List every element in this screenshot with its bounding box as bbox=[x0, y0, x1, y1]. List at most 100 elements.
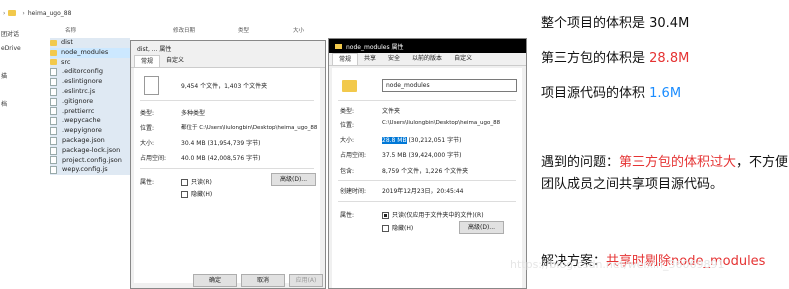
dialog-title: node_modules 属性 bbox=[346, 43, 404, 51]
list-item[interactable]: dist bbox=[50, 38, 130, 48]
file-icon bbox=[50, 78, 57, 87]
nav-item[interactable]: 档 bbox=[0, 98, 45, 112]
list-item[interactable]: .eslintrc.js bbox=[50, 86, 130, 97]
watermark: https://blog.csdn.net/weixin_36069891 bbox=[510, 258, 725, 271]
file-icon bbox=[50, 166, 57, 175]
list-item[interactable]: package.json bbox=[50, 135, 130, 146]
location-label: 位置: bbox=[140, 125, 155, 132]
readonly-checkbox[interactable]: 只读(R) bbox=[181, 177, 212, 186]
list-item[interactable]: node_modules bbox=[50, 47, 130, 58]
folder-icon bbox=[50, 39, 57, 46]
tab-general[interactable]: 常规 bbox=[134, 55, 161, 67]
list-item[interactable]: wepy.config.js bbox=[50, 165, 130, 176]
properties-dialog-node-modules: node_modules 属性 常规 共享 安全 以前的版本 自定义 node_… bbox=[328, 38, 527, 289]
checkbox-icon bbox=[181, 179, 188, 186]
column-headers: 名称 修改日期 类型 大小 bbox=[55, 26, 525, 36]
files-icon bbox=[144, 76, 159, 95]
chevron-right-icon: › bbox=[3, 9, 6, 17]
hidden-checkbox[interactable]: 隐藏(H) bbox=[382, 223, 413, 232]
navigation-pane: 团对话 eDrive 描 档 bbox=[0, 28, 45, 283]
list-item[interactable]: src bbox=[50, 57, 130, 68]
list-item[interactable]: .prettierrc bbox=[50, 106, 130, 117]
note-third-party-size: 第三方包的体积是 28.8M bbox=[541, 51, 690, 66]
location-value: 都位于 C:\Users\liulongbin\Desktop\heima_ug… bbox=[181, 125, 318, 131]
disk-label: 占用空间: bbox=[140, 155, 167, 162]
size-value: 30.4 MB (31,954,739 字节) bbox=[181, 140, 261, 147]
type-label: 类型: bbox=[140, 110, 155, 117]
folder-icon bbox=[342, 80, 357, 92]
file-icon bbox=[50, 68, 57, 77]
nav-item[interactable] bbox=[0, 84, 45, 98]
dialog-body: node_modules 类型: 文件夹 位置: C:\Users\liulon… bbox=[332, 68, 522, 288]
folder-icon bbox=[335, 43, 342, 49]
file-icon bbox=[50, 146, 57, 155]
tab-custom[interactable]: 自定义 bbox=[448, 53, 478, 65]
file-icon bbox=[50, 136, 57, 145]
divider bbox=[140, 168, 314, 169]
nav-item[interactable]: eDrive bbox=[0, 42, 45, 56]
disk-value: 40.0 MB (42,008,576 字节) bbox=[181, 155, 261, 162]
folder-icon bbox=[50, 49, 57, 56]
divider bbox=[140, 100, 314, 101]
ok-button[interactable]: 确定 bbox=[193, 274, 237, 287]
size-label: 大小: bbox=[140, 140, 155, 147]
advanced-button[interactable]: 高级(D)... bbox=[459, 221, 504, 234]
file-icon bbox=[50, 127, 57, 136]
divider bbox=[338, 100, 516, 101]
tab-sharing[interactable]: 共享 bbox=[358, 53, 382, 65]
file-icon bbox=[50, 107, 57, 116]
address-bar[interactable]: › › heima_ugo_88 bbox=[0, 6, 528, 20]
cancel-button[interactable]: 取消 bbox=[241, 274, 285, 287]
list-item[interactable]: .wepyignore bbox=[50, 126, 130, 136]
list-item[interactable]: .gitignore bbox=[50, 96, 130, 107]
apply-button[interactable]: 应用(A) bbox=[289, 274, 323, 287]
dialog-title: dist, ... 属性 bbox=[137, 45, 172, 53]
folder-name-input[interactable]: node_modules bbox=[382, 79, 517, 92]
readonly-checkbox[interactable]: 只读(仅应用于文件夹中的文件)(R) bbox=[382, 210, 484, 219]
size-value: 28.8 MB (30,212,051 字节) bbox=[382, 137, 462, 144]
checkbox-icon bbox=[181, 191, 188, 198]
file-icon bbox=[50, 87, 57, 96]
advanced-button[interactable]: 高级(D)... bbox=[271, 173, 316, 186]
file-icon bbox=[50, 117, 57, 126]
note-problem: 遇到的问题：第三方包的体积过大，不方便团队成员之间共享项目源代码。 bbox=[541, 155, 789, 192]
list-item[interactable]: .eslintignore bbox=[50, 77, 130, 87]
contains-label: 包含: bbox=[340, 168, 355, 175]
created-label: 创建时间: bbox=[340, 188, 367, 195]
list-item[interactable]: .wepycache bbox=[50, 116, 130, 127]
tab-bar: 常规 共享 安全 以前的版本 自定义 bbox=[329, 53, 526, 66]
list-item[interactable]: .editorconfig bbox=[50, 67, 130, 78]
dialog-titlebar[interactable]: dist, ... 属性 bbox=[131, 41, 325, 55]
size-highlight: 28.8 MB bbox=[382, 137, 407, 144]
dialog-body: 9,454 个文件，1,403 个文件夹 类型: 多种类型 位置: 都位于 C:… bbox=[134, 68, 320, 283]
tab-security[interactable]: 安全 bbox=[382, 53, 406, 65]
size-label: 大小: bbox=[340, 137, 355, 144]
column-name[interactable]: 名称 bbox=[65, 26, 76, 34]
chevron-right-icon: › bbox=[22, 9, 25, 17]
note-source-size: 项目源代码的体积 1.6M bbox=[541, 86, 682, 101]
breadcrumb-item[interactable]: heima_ugo_88 bbox=[28, 10, 72, 17]
file-list: dist node_modules src .editorconfig .esl… bbox=[50, 38, 130, 176]
list-item[interactable]: project.config.json bbox=[50, 155, 130, 166]
column-modified[interactable]: 修改日期 bbox=[173, 26, 195, 34]
nav-item[interactable]: 描 bbox=[0, 70, 45, 84]
type-value: 文件夹 bbox=[382, 108, 401, 115]
dialog-titlebar[interactable]: node_modules 属性 bbox=[329, 39, 526, 53]
contains-value: 8,759 个文件，1,226 个文件夹 bbox=[382, 168, 469, 175]
properties-dialog-multi: dist, ... 属性 常规 自定义 9,454 个文件，1,403 个文件夹… bbox=[130, 40, 326, 289]
tab-previous-versions[interactable]: 以前的版本 bbox=[406, 53, 448, 65]
hidden-checkbox[interactable]: 隐藏(H) bbox=[181, 189, 212, 198]
summary-text: 9,454 个文件，1,403 个文件夹 bbox=[181, 83, 268, 90]
notes-panel: 整个项目的体积是 30.4M 第三方包的体积是 28.8M 项目源代码的体积 1… bbox=[529, 0, 789, 287]
nav-item[interactable]: 团对话 bbox=[0, 28, 45, 42]
tab-bar: 常规 自定义 bbox=[131, 55, 325, 68]
location-value: C:\Users\liulongbin\Desktop\heima_ugo_88 bbox=[382, 120, 501, 126]
column-type[interactable]: 类型 bbox=[238, 26, 249, 34]
note-total-size: 整个项目的体积是 30.4M bbox=[541, 16, 690, 31]
disk-value: 37.5 MB (39,424,000 字节) bbox=[382, 152, 462, 159]
list-item[interactable]: package-lock.json bbox=[50, 145, 130, 156]
tab-custom[interactable]: 自定义 bbox=[160, 55, 190, 67]
tab-general[interactable]: 常规 bbox=[332, 53, 359, 65]
column-size[interactable]: 大小 bbox=[293, 26, 304, 34]
nav-item[interactable] bbox=[0, 56, 45, 70]
